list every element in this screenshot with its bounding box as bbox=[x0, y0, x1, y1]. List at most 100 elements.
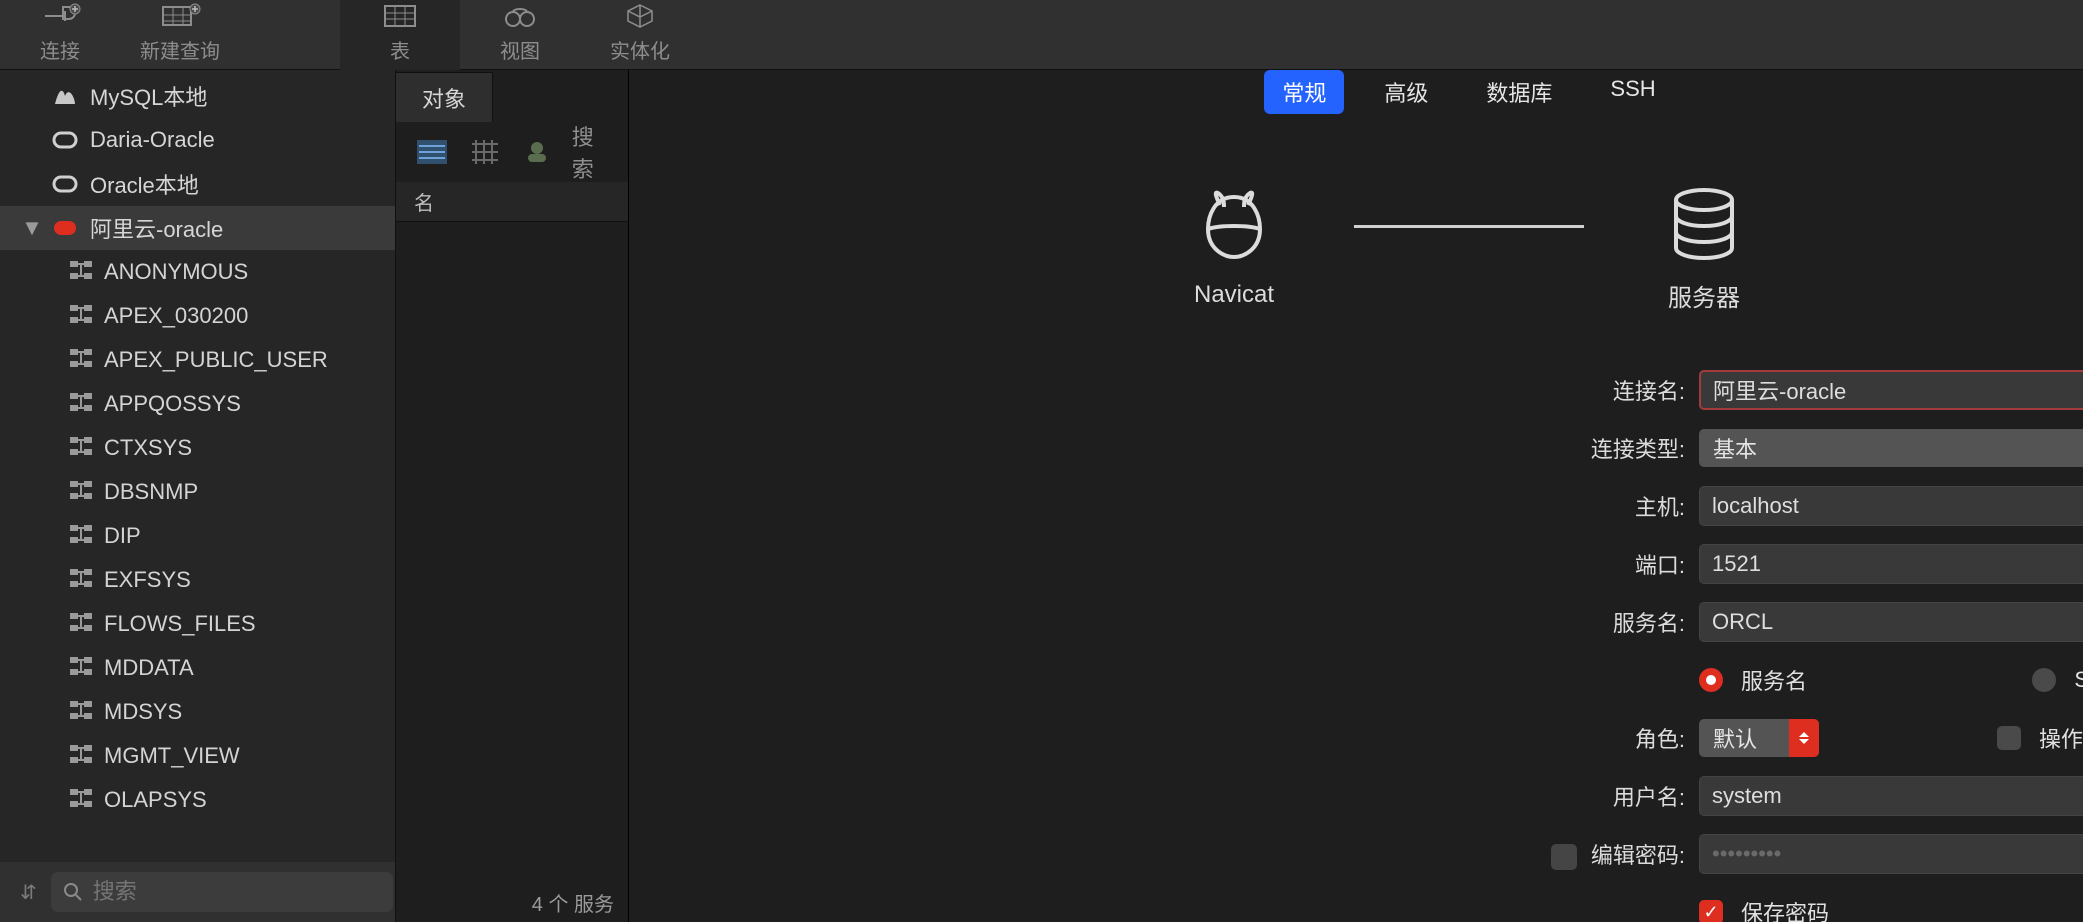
service-input[interactable] bbox=[1699, 602, 2083, 642]
conn-type-value: 基本 bbox=[1713, 432, 1757, 464]
navicat-icon bbox=[1194, 187, 1274, 267]
connection-settings-panel: 常规 高级 数据库 SSH Navicat 服务器 bbox=[628, 70, 2083, 922]
toolbar-view-label: 视图 bbox=[500, 35, 540, 64]
object-search-label[interactable]: 搜索 bbox=[572, 120, 610, 184]
tab-database[interactable]: 数据库 bbox=[1468, 70, 1570, 114]
connection-form: 连接名: 连接类型: 基本 主机: 端口: bbox=[629, 368, 2083, 922]
sidebar-search-bar: ⇵ bbox=[0, 862, 395, 922]
object-tab[interactable]: 对象 bbox=[396, 72, 493, 122]
connection-sidebar: MySQL本地 Daria-Oracle Oracle本地 ▼ 阿里云-orac… bbox=[0, 70, 396, 922]
tab-ssh[interactable]: SSH bbox=[1592, 70, 1673, 108]
schema-icon bbox=[70, 743, 92, 769]
select-caret-icon bbox=[1789, 719, 1819, 757]
schema-item[interactable]: CTXSYS bbox=[0, 426, 395, 470]
connection-item[interactable]: Daria-Oracle bbox=[0, 118, 395, 162]
connection-item[interactable]: Oracle本地 bbox=[0, 162, 395, 206]
save-pwd-label: 保存密码 bbox=[1741, 896, 1829, 922]
schema-item[interactable]: DBSNMP bbox=[0, 470, 395, 514]
schema-icon bbox=[70, 259, 92, 285]
label-user: 用户名: bbox=[629, 780, 1699, 812]
user-view-icon[interactable] bbox=[519, 133, 556, 171]
toolbar-connect-label: 连接 bbox=[40, 35, 80, 64]
schema-name: EXFSYS bbox=[104, 567, 191, 593]
schema-icon bbox=[70, 435, 92, 461]
label-conn-type: 连接类型: bbox=[629, 432, 1699, 464]
schema-item[interactable]: OLAPSYS bbox=[0, 778, 395, 822]
role-select[interactable]: 默认 bbox=[1699, 719, 1819, 757]
main-toolbar: 连接 新建查询 表 视图 实体化 bbox=[0, 0, 2083, 70]
connection-name: Oracle本地 bbox=[90, 168, 199, 200]
schema-item[interactable]: MDDATA bbox=[0, 646, 395, 690]
label-edit-pwd: 编辑密码: bbox=[629, 838, 1699, 870]
password-input[interactable] bbox=[1699, 834, 2083, 874]
plug-add-icon bbox=[39, 1, 81, 31]
schema-icon bbox=[70, 699, 92, 725]
schema-name: APEX_030200 bbox=[104, 303, 248, 329]
sidebar-search-box[interactable] bbox=[51, 872, 393, 912]
tab-general[interactable]: 常规 bbox=[1264, 70, 1344, 114]
connection-item[interactable]: MySQL本地 bbox=[0, 74, 395, 118]
schema-name: ANONYMOUS bbox=[104, 259, 248, 285]
object-column-header[interactable]: 名 bbox=[396, 182, 628, 222]
schema-name: CTXSYS bbox=[104, 435, 192, 461]
list-view-icon[interactable] bbox=[414, 133, 451, 171]
connection-item-active[interactable]: ▼ 阿里云-oracle bbox=[0, 206, 395, 250]
label-host: 主机: bbox=[629, 490, 1699, 522]
mysql-icon bbox=[52, 83, 78, 109]
toolbar-table-button[interactable]: 表 bbox=[340, 0, 460, 70]
tab-advanced[interactable]: 高级 bbox=[1366, 70, 1446, 114]
grid-view-icon[interactable] bbox=[467, 133, 504, 171]
schema-item[interactable]: DIP bbox=[0, 514, 395, 558]
schema-name: DBSNMP bbox=[104, 479, 198, 505]
conn-type-select[interactable]: 基本 bbox=[1699, 429, 2083, 467]
view-icon bbox=[499, 1, 541, 31]
schema-name: APPQOSSYS bbox=[104, 391, 241, 417]
servicename-radio[interactable] bbox=[1699, 668, 1723, 692]
object-status: 4 个 服务 bbox=[396, 882, 628, 922]
schema-icon bbox=[70, 391, 92, 417]
port-input[interactable] bbox=[1699, 544, 2083, 584]
schema-item[interactable]: MDSYS bbox=[0, 690, 395, 734]
schema-item[interactable]: EXFSYS bbox=[0, 558, 395, 602]
schema-item[interactable]: ANONYMOUS bbox=[0, 250, 395, 294]
schema-item[interactable]: MGMT_VIEW bbox=[0, 734, 395, 778]
diagram-server: 服务器 bbox=[1624, 184, 1784, 313]
toolbar-newquery-label: 新建查询 bbox=[140, 35, 220, 64]
object-list-body bbox=[396, 222, 628, 882]
schema-item[interactable]: APPQOSSYS bbox=[0, 382, 395, 426]
edit-pwd-checkbox[interactable] bbox=[1551, 844, 1577, 870]
oracle-icon bbox=[52, 127, 78, 153]
schema-icon bbox=[70, 611, 92, 637]
connection-diagram: Navicat 服务器 bbox=[629, 158, 2083, 338]
connection-name: 阿里云-oracle bbox=[90, 212, 223, 244]
toolbar-newquery-button[interactable]: 新建查询 bbox=[120, 0, 240, 70]
schema-icon bbox=[70, 523, 92, 549]
database-icon bbox=[1664, 184, 1744, 264]
os-auth-label: 操作系统验证 bbox=[2039, 722, 2083, 754]
schema-name: APEX_PUBLIC_USER bbox=[104, 347, 328, 373]
collapse-icon[interactable]: ▼ bbox=[24, 215, 40, 241]
currency-icon[interactable]: ⇵ bbox=[20, 880, 37, 905]
connection-list: MySQL本地 Daria-Oracle Oracle本地 ▼ 阿里云-orac… bbox=[0, 70, 395, 862]
sidebar-search-input[interactable] bbox=[93, 879, 381, 905]
settings-tabs: 常规 高级 数据库 SSH bbox=[629, 70, 2083, 120]
schema-item[interactable]: FLOWS_FILES bbox=[0, 602, 395, 646]
toolbar-view-button[interactable]: 视图 bbox=[460, 0, 580, 70]
conn-name-input[interactable] bbox=[1699, 370, 2083, 410]
toolbar-entity-button[interactable]: 实体化 bbox=[580, 0, 700, 70]
toolbar-connect-button[interactable]: 连接 bbox=[0, 0, 120, 70]
schema-icon bbox=[70, 655, 92, 681]
user-input[interactable] bbox=[1699, 776, 2083, 816]
schema-item[interactable]: APEX_030200 bbox=[0, 294, 395, 338]
sid-radio-label: SID bbox=[2074, 667, 2083, 693]
save-pwd-checkbox[interactable] bbox=[1699, 900, 1723, 922]
toolbar-table-label: 表 bbox=[390, 35, 410, 64]
host-input[interactable] bbox=[1699, 486, 2083, 526]
label-port: 端口: bbox=[629, 548, 1699, 580]
schema-item[interactable]: APEX_PUBLIC_USER bbox=[0, 338, 395, 382]
label-conn-name: 连接名: bbox=[629, 374, 1699, 406]
os-auth-checkbox[interactable] bbox=[1997, 726, 2021, 750]
sid-radio[interactable] bbox=[2032, 668, 2056, 692]
schema-icon bbox=[70, 347, 92, 373]
schema-name: MDSYS bbox=[104, 699, 182, 725]
